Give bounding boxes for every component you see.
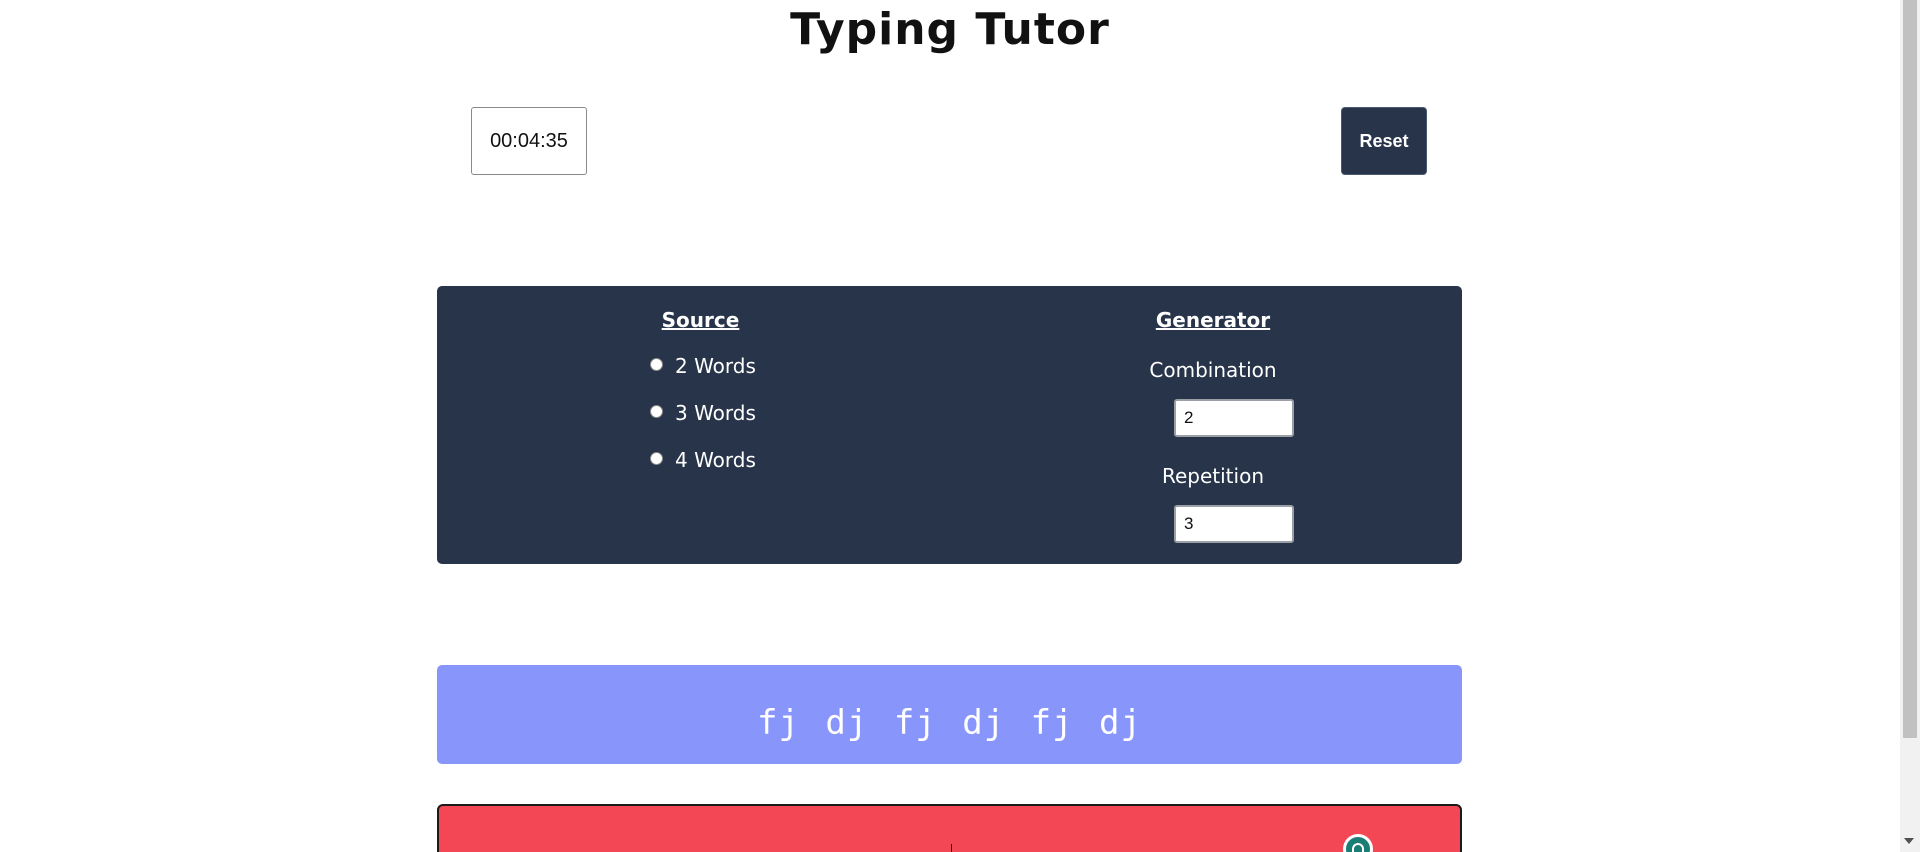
radio-button[interactable] bbox=[650, 357, 663, 371]
generator-heading: Generator bbox=[1155, 308, 1271, 332]
timer-display: 00:04:35 bbox=[471, 107, 587, 175]
source-option-3-words[interactable]: 3 Words bbox=[650, 401, 756, 425]
scroll-down-arrow-icon[interactable] bbox=[1904, 838, 1914, 844]
typing-input-area[interactable] bbox=[437, 804, 1462, 852]
generator-section: Generator Combination 2 Repetition 3 bbox=[964, 286, 1462, 564]
source-option-4-words[interactable]: 4 Words bbox=[650, 448, 756, 472]
grammar-extension-icon[interactable] bbox=[1343, 834, 1373, 852]
page: Typing Tutor 00:04:35 Reset Source 2 Wor… bbox=[0, 0, 1920, 852]
combination-input[interactable]: 2 bbox=[1174, 399, 1294, 437]
practice-text-display: fj dj fj dj fj dj bbox=[437, 665, 1462, 764]
source-heading: Source bbox=[661, 308, 740, 332]
radio-label: 2 Words bbox=[675, 354, 756, 378]
radio-button[interactable] bbox=[650, 404, 663, 418]
radio-button[interactable] bbox=[650, 451, 663, 465]
combination-label: Combination bbox=[1149, 358, 1277, 382]
settings-panel: Source 2 Words 3 Words 4 Words Generator… bbox=[437, 286, 1462, 564]
radio-label: 4 Words bbox=[675, 448, 756, 472]
page-scrollbar[interactable] bbox=[1900, 0, 1920, 852]
radio-label: 3 Words bbox=[675, 401, 756, 425]
source-section: Source 2 Words 3 Words 4 Words bbox=[437, 286, 964, 564]
text-caret bbox=[951, 844, 952, 852]
reset-button[interactable]: Reset bbox=[1341, 107, 1427, 175]
scrollbar-thumb[interactable] bbox=[1903, 0, 1917, 738]
page-title: Typing Tutor bbox=[790, 4, 1110, 55]
source-option-2-words[interactable]: 2 Words bbox=[650, 354, 756, 378]
repetition-input[interactable]: 3 bbox=[1174, 505, 1294, 543]
repetition-label: Repetition bbox=[1161, 464, 1264, 488]
